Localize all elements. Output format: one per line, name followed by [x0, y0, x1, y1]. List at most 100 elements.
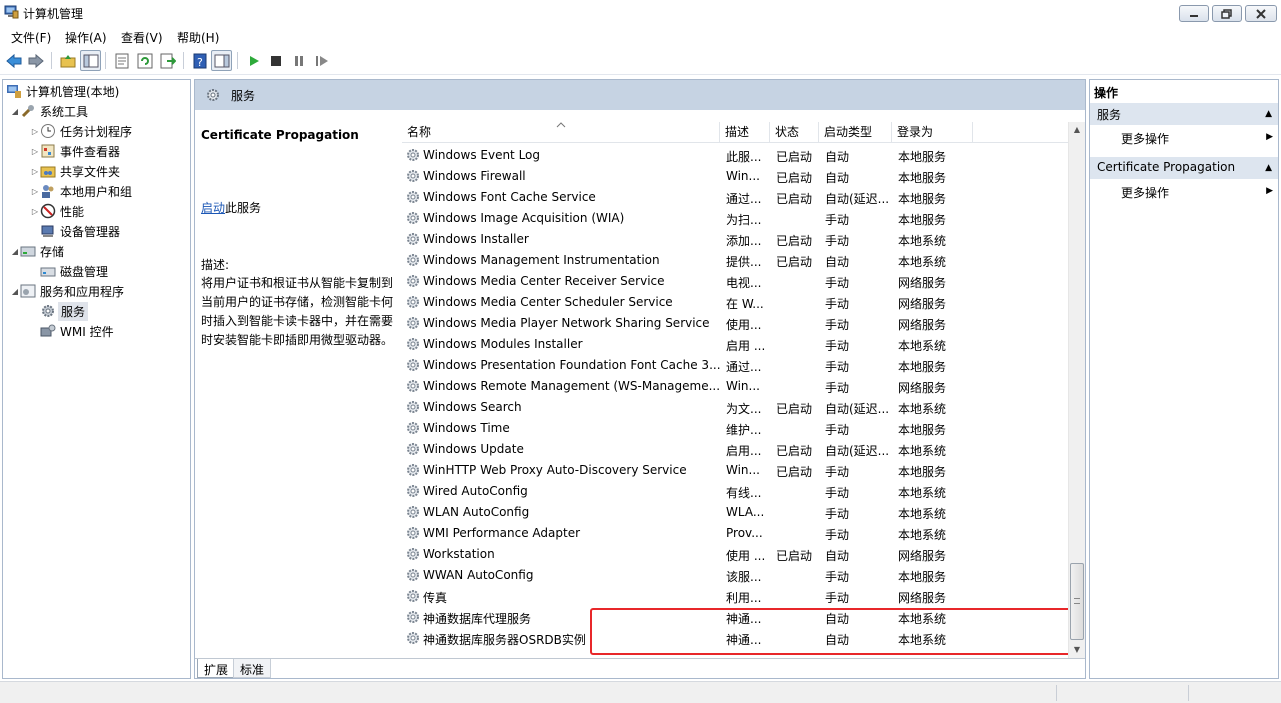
start-service-line: 启动此服务	[201, 199, 261, 216]
up-button[interactable]	[57, 50, 78, 71]
table-row[interactable]: Windows Image Acquisition (WIA) 为扫... 手动 本地…	[402, 208, 1068, 229]
table-row[interactable]: Windows Event Log 此服... 已启动 自动 本地服务	[402, 145, 1068, 166]
tree-item-disk-management[interactable]: 磁盘管理	[40, 261, 108, 281]
service-description: Win...	[726, 169, 760, 183]
actions-group-services[interactable]: 服务 ▲	[1090, 103, 1278, 125]
properties-button[interactable]	[111, 50, 132, 71]
properties-icon	[115, 53, 128, 68]
column-name[interactable]: 名称	[402, 122, 720, 143]
collapsed-arrow-icon[interactable]: ▷	[30, 167, 40, 176]
show-hide-tree-button[interactable]	[80, 50, 101, 71]
service-startup-type: 手动	[825, 507, 850, 521]
gear-icon	[407, 485, 419, 497]
minimize-button[interactable]	[1179, 5, 1209, 22]
table-row[interactable]: Windows Time 维护... 手动 本地服务	[402, 418, 1068, 439]
tree-item-shared-folders[interactable]: ▷ 共享文件夹	[30, 161, 120, 181]
stop-service-button[interactable]	[265, 50, 286, 71]
table-row[interactable]: Windows Search 为文... 已启动 自动(延迟... 本地系统	[402, 397, 1068, 418]
service-name: Windows Modules Installer	[423, 337, 583, 351]
service-status: 已启动	[776, 234, 813, 248]
table-row[interactable]: WMI Performance Adapter Prov... 手动 本地系统	[402, 523, 1068, 544]
service-startup-type: 手动	[825, 528, 850, 542]
tree-item-event-viewer[interactable]: ▷ 事件查看器	[30, 141, 120, 161]
collapsed-arrow-icon[interactable]: ▷	[30, 207, 40, 216]
scroll-thumb[interactable]	[1070, 563, 1084, 640]
start-service-button[interactable]	[243, 50, 264, 71]
table-row[interactable]: WWAN AutoConfig 该服... 手动 本地服务	[402, 565, 1068, 586]
table-row[interactable]: Windows Media Center Receiver Service 电视.…	[402, 271, 1068, 292]
service-logon-as: 本地服务	[898, 171, 947, 185]
tree-item-task-scheduler[interactable]: ▷ 任务计划程序	[30, 121, 132, 141]
grip-icon	[1074, 598, 1080, 604]
tree-item-performance[interactable]: ▷ 性能	[30, 201, 84, 221]
restart-service-button[interactable]	[311, 50, 332, 71]
scroll-down-icon[interactable]: ▼	[1069, 642, 1085, 658]
tree-item-services[interactable]: 服务	[40, 301, 89, 321]
table-row[interactable]: Wired AutoConfig 有线... 手动 本地系统	[402, 481, 1068, 502]
forward-button[interactable]	[25, 50, 46, 71]
table-row[interactable]: Windows Remote Management (WS-Manageme..…	[402, 376, 1068, 397]
table-row[interactable]: Windows Media Player Network Sharing Ser…	[402, 313, 1068, 334]
maximize-button[interactable]	[1212, 5, 1242, 22]
collapsed-arrow-icon[interactable]: ▷	[30, 147, 40, 156]
show-hide-action-pane-button[interactable]	[211, 50, 232, 71]
column-status[interactable]: 状态	[770, 122, 819, 143]
service-name: Windows Update	[423, 442, 524, 456]
tree-item-label: 服务	[58, 301, 89, 321]
column-startup-type[interactable]: 启动类型	[819, 122, 892, 143]
column-description[interactable]: 描述	[720, 122, 770, 143]
expanded-arrow-icon[interactable]: ◢	[10, 107, 20, 116]
table-row[interactable]: Windows Media Center Scheduler Service 在 …	[402, 292, 1068, 313]
gear-icon	[407, 401, 419, 413]
close-button[interactable]	[1245, 5, 1277, 22]
start-service-link[interactable]: 启动	[201, 201, 225, 215]
actions-group-certificate-propagation[interactable]: Certificate Propagation ▲	[1090, 157, 1278, 179]
collapse-icon[interactable]: ▲	[1265, 109, 1272, 119]
tab-standard[interactable]: 标准	[233, 659, 272, 678]
tree-item-services-and-applications[interactable]: ◢ 服务和应用程序	[10, 281, 124, 301]
more-actions-item[interactable]: 更多操作 ▶	[1121, 130, 1278, 147]
tree-item-computer-management[interactable]: 计算机管理(本地)	[6, 81, 119, 101]
table-row[interactable]: WinHTTP Web Proxy Auto-Discovery Service…	[402, 460, 1068, 481]
menu-file[interactable]: 文件(F)	[11, 29, 51, 46]
tree-item-wmi-control[interactable]: WMI 控件	[40, 321, 114, 341]
tree-item-device-manager[interactable]: 设备管理器	[40, 221, 120, 241]
table-row[interactable]: Windows Presentation Foundation Font Cac…	[402, 355, 1068, 376]
tree-item-system-tools[interactable]: ◢ 系统工具	[10, 101, 88, 121]
tree-item-local-users[interactable]: ▷ 本地用户和组	[30, 181, 132, 201]
menu-help[interactable]: 帮助(H)	[177, 29, 219, 46]
refresh-button[interactable]	[134, 50, 155, 71]
help-button[interactable]: ?	[189, 50, 210, 71]
gear-icon	[407, 338, 419, 350]
table-row[interactable]: Workstation 使用 ... 已启动 自动 网络服务	[402, 544, 1068, 565]
table-row[interactable]: Windows Management Instrumentation 提供... 已…	[402, 250, 1068, 271]
collapsed-arrow-icon[interactable]: ▷	[30, 187, 40, 196]
more-actions-item[interactable]: 更多操作 ▶	[1121, 184, 1278, 201]
menu-view[interactable]: 查看(V)	[121, 29, 163, 46]
service-name: Workstation	[423, 547, 495, 561]
scroll-up-icon[interactable]: ▲	[1069, 122, 1085, 138]
tree-item-label: 任务计划程序	[60, 124, 133, 139]
service-name: WMI Performance Adapter	[423, 526, 581, 540]
tree-item-storage[interactable]: ◢ 存储	[10, 241, 64, 261]
table-row[interactable]: Windows Installer 添加... 已启动 手动 本地系统	[402, 229, 1068, 250]
collapse-icon[interactable]: ▲	[1265, 163, 1272, 173]
table-row[interactable]: Windows Font Cache Service 通过... 已启动 自动(延迟.…	[402, 187, 1068, 208]
service-logon-as: 本地服务	[898, 423, 947, 437]
collapsed-arrow-icon[interactable]: ▷	[30, 127, 40, 136]
table-row[interactable]: Windows Update 启用... 已启动 自动(延迟... 本地系统	[402, 439, 1068, 460]
minimize-icon	[1190, 14, 1198, 17]
table-row[interactable]: Windows Modules Installer 启用 ... 手动 本地系统	[402, 334, 1068, 355]
expanded-arrow-icon[interactable]: ◢	[10, 247, 20, 256]
menu-action[interactable]: 操作(A)	[65, 29, 107, 46]
back-button[interactable]	[3, 50, 24, 71]
pause-service-button[interactable]	[288, 50, 309, 71]
tab-extended[interactable]: 扩展	[197, 659, 236, 678]
table-row[interactable]: WLAN AutoConfig WLA... 手动 本地系统	[402, 502, 1068, 523]
export-list-button[interactable]	[157, 50, 178, 71]
column-logon-as[interactable]: 登录为	[892, 122, 973, 143]
vertical-scrollbar[interactable]: ▲ ▼	[1068, 122, 1085, 658]
expanded-arrow-icon[interactable]: ◢	[10, 287, 20, 296]
table-row[interactable]: Windows Firewall Win... 已启动 自动 本地服务	[402, 166, 1068, 187]
table-row[interactable]: 传真 利用... 手动 网络服务	[402, 586, 1068, 607]
